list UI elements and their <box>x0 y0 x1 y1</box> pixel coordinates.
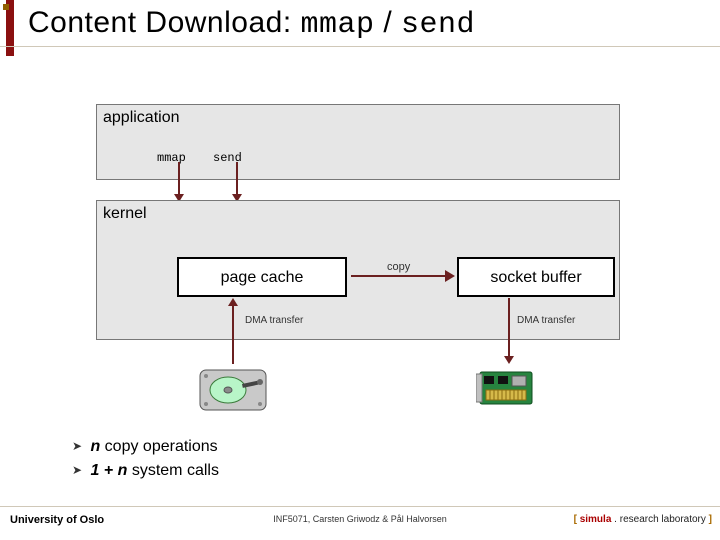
disk-icon <box>194 360 274 418</box>
bullet-1-var: n <box>90 438 100 455</box>
simula-bracket-close: ] <box>706 514 712 525</box>
socket-buffer-box: socket buffer <box>457 257 615 297</box>
page-title: Content Download: mmap / send <box>28 6 475 42</box>
bullet-icon: ➤ <box>72 463 86 477</box>
title-sep: / <box>375 6 402 39</box>
simula-name: simula <box>580 514 612 525</box>
bullet-icon: ➤ <box>72 439 86 453</box>
application-label: application <box>103 109 180 127</box>
title-prefix: Content Download: <box>28 6 301 39</box>
bullet-2-rest: system calls <box>127 462 219 479</box>
syscall-mmap-label: mmap <box>157 151 186 165</box>
label-copy: copy <box>387 261 410 273</box>
title-code-send: send <box>401 8 475 42</box>
title-rule <box>0 46 720 47</box>
bullet-2: ➤ 1 + n system calls <box>72 462 219 480</box>
page-cache-box: page cache <box>177 257 347 297</box>
nic-icon <box>476 366 546 412</box>
simula-dot: . <box>611 514 619 525</box>
bullet-2-pre: 1 + <box>90 462 117 479</box>
label-dma-right: DMA transfer <box>517 315 575 326</box>
bullet-1: ➤ n copy operations <box>72 438 219 456</box>
footer-simula: [ simula . research laboratory ] <box>574 514 712 525</box>
footer-rule <box>0 506 720 507</box>
kernel-box: kernel page cache socket buffer copy DMA… <box>96 200 620 340</box>
simula-rest: research laboratory <box>620 514 706 525</box>
accent-square <box>3 4 9 10</box>
bullet-1-rest: copy operations <box>100 438 217 455</box>
kernel-label: kernel <box>103 205 147 223</box>
bullet-2-var: n <box>118 462 128 479</box>
title-code-mmap: mmap <box>301 8 375 42</box>
label-dma-left: DMA transfer <box>245 315 303 326</box>
application-box: application mmap send <box>96 104 620 180</box>
bullet-list: ➤ n copy operations ➤ 1 + n system calls <box>72 438 219 486</box>
